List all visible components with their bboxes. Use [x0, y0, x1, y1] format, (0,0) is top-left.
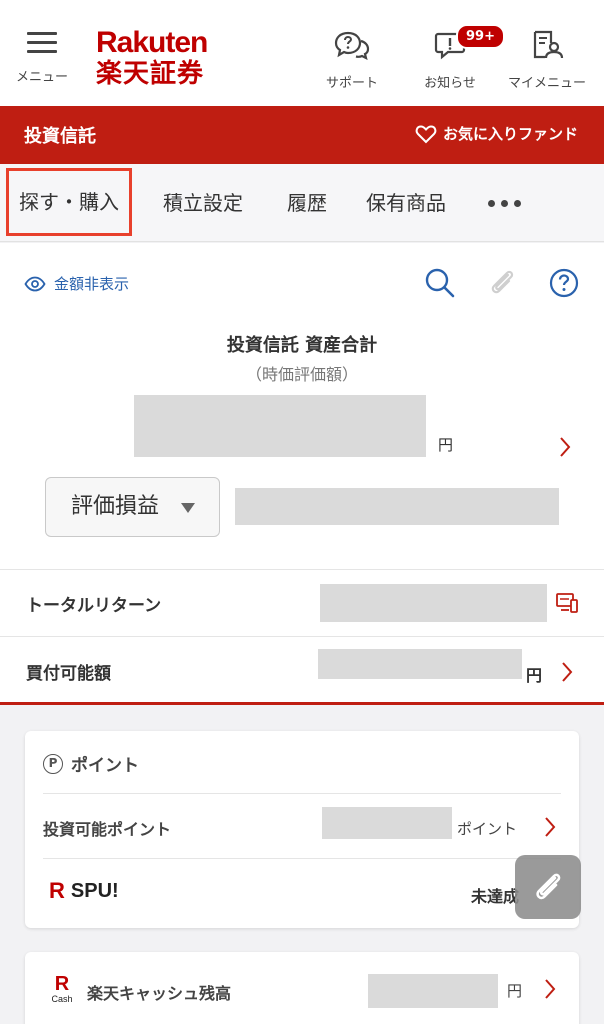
logo-jp: 楽天証券 — [96, 59, 205, 89]
tab-holdings[interactable]: 保有商品 — [366, 164, 446, 242]
mymenu-label: マイメニュー — [507, 76, 586, 91]
support-label: サポート — [325, 76, 378, 91]
asset-total-title: 投資信託 資産合計 — [226, 335, 378, 356]
total-return-value-masked — [320, 584, 547, 622]
paperclip-icon[interactable] — [486, 267, 518, 299]
rakuten-cash-currency: 円 — [507, 982, 523, 1000]
rakuten-r-icon: R — [49, 878, 65, 903]
tab-history[interactable]: 履歴 — [287, 164, 327, 242]
chevron-right-icon[interactable] — [558, 436, 572, 458]
favorite-funds-link[interactable]: お気に入りファンド — [415, 123, 578, 144]
hide-amount-toggle[interactable]: 金額非表示 — [24, 273, 129, 294]
points-card: P ポイント 投資可能ポイント ポイント R SPU! 未達成 — [25, 731, 579, 928]
asset-total-subtitle: （時価評価額） — [245, 365, 358, 384]
mymenu-document-user-icon — [533, 30, 564, 59]
spu-label: SPU! — [70, 880, 119, 902]
logo-en: Rakuten — [96, 26, 208, 59]
metric-select[interactable]: 評価損益 — [45, 477, 220, 537]
asset-total-currency: 円 — [438, 436, 454, 454]
spu-logo: R SPU! — [49, 879, 119, 903]
rakuten-cash-value-masked — [368, 974, 498, 1008]
heart-icon — [415, 124, 437, 143]
investable-points-unit: ポイント — [457, 820, 518, 838]
investable-points-row[interactable]: 投資可能ポイント ポイント — [25, 794, 579, 858]
rakuten-cash-icon: R Cash — [47, 974, 77, 1005]
section-bar: 投資信託 お気に入りファンド — [0, 106, 604, 164]
menu-button[interactable]: メニュー — [10, 30, 74, 85]
rakuten-securities-logo[interactable]: Rakuten 楽天証券 — [96, 26, 208, 90]
rakuten-cash-label: 楽天キャッシュ残高 — [87, 984, 232, 1003]
notice-count-badge: 99+ — [456, 24, 505, 49]
eye-icon — [24, 276, 46, 291]
support-chat-icon — [334, 31, 370, 60]
spu-status: 未達成 — [471, 887, 520, 906]
investable-points-label: 投資可能ポイント — [43, 820, 172, 839]
menu-label: メニュー — [15, 70, 68, 85]
rakuten-cash-icon-caption: Cash — [51, 994, 73, 1004]
favorite-funds-label: お気に入りファンド — [442, 125, 578, 143]
triangle-down-icon — [181, 503, 195, 513]
app-header: メニュー Rakuten 楽天証券 サポート 99+ お知らせ マイメニュー — [0, 0, 604, 106]
help-icon[interactable] — [548, 267, 580, 299]
tab-bar: 探す・購入 積立設定 履歴 保有商品 — [0, 164, 604, 242]
chevron-right-icon — [562, 662, 573, 682]
search-icon[interactable] — [424, 267, 456, 299]
buying-power-label: 買付可能額 — [26, 664, 111, 684]
buying-power-row[interactable]: 買付可能額 円 — [0, 636, 604, 705]
more-tabs-button[interactable] — [488, 200, 521, 207]
notice-label: お知らせ — [424, 76, 476, 91]
buying-power-value-masked — [318, 649, 522, 679]
spu-row[interactable]: R SPU! 未達成 — [25, 859, 579, 925]
rakuten-cash-card[interactable]: R Cash 楽天キャッシュ残高 円 — [25, 952, 579, 1024]
points-header: P ポイント — [43, 751, 139, 776]
total-return-row[interactable]: トータルリターン — [0, 569, 604, 636]
asset-summary-card: 金額非表示 投資信託 資産合計 （時価評価額） 円 評価損益 — [0, 243, 604, 569]
total-return-label: トータルリターン — [26, 596, 162, 616]
section-title: 投資信託 — [24, 126, 96, 147]
rakuten-cash-icon-letter: R — [54, 973, 70, 995]
mymenu-button[interactable]: マイメニュー — [505, 30, 589, 91]
devices-icon[interactable] — [555, 592, 579, 614]
metric-value-masked — [235, 488, 559, 525]
tab-accumulation-settings[interactable]: 積立設定 — [163, 164, 243, 242]
notice-button[interactable]: 99+ お知らせ — [408, 24, 505, 91]
metric-select-value: 評価損益 — [71, 494, 160, 519]
floating-clip-button[interactable] — [515, 855, 581, 919]
investable-points-value-masked — [322, 807, 452, 839]
chevron-right-icon — [545, 817, 556, 837]
paperclip-icon — [536, 873, 561, 900]
hamburger-icon — [27, 30, 57, 54]
chevron-right-icon — [545, 979, 556, 999]
tab-search-purchase[interactable]: 探す・購入 — [6, 168, 132, 236]
asset-total-value-masked — [134, 395, 426, 457]
support-button[interactable]: サポート — [310, 30, 394, 91]
buying-power-currency: 円 — [526, 666, 543, 685]
hide-amount-label: 金額非表示 — [54, 275, 130, 293]
points-header-label: ポイント — [71, 756, 139, 776]
point-icon: P — [43, 753, 63, 774]
